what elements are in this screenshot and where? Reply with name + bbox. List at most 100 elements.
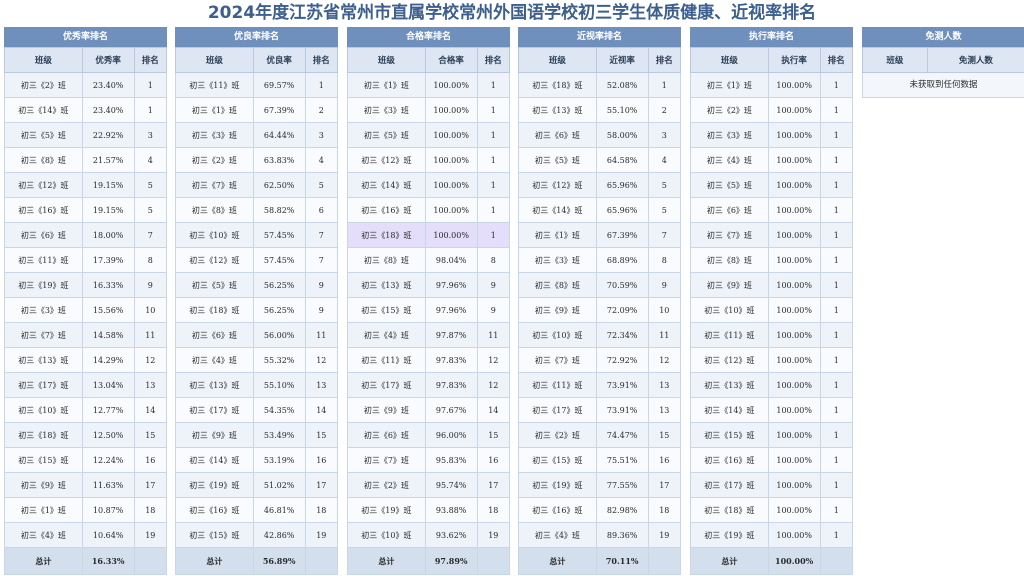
table-row[interactable]: 初三《4》班 10.64% 19 [4,522,168,548]
table-row[interactable]: 初三《17》班 100.00% 1 [690,472,854,498]
table-row[interactable]: 初三《16》班 19.15% 5 [4,197,168,223]
table-row[interactable]: 初三《6》班 58.00% 3 [518,122,682,148]
table-row[interactable]: 初三《7》班 95.83% 16 [347,447,511,473]
table-row[interactable]: 初三《4》班 89.36% 19 [518,522,682,548]
table-row[interactable]: 初三《13》班 55.10% 2 [518,97,682,123]
table-row[interactable]: 初三《8》班 98.04% 8 [347,247,511,273]
table-row[interactable]: 初三《9》班 11.63% 17 [4,472,168,498]
table-row[interactable]: 初三《16》班 100.00% 1 [690,447,854,473]
table-row[interactable]: 初三《8》班 70.59% 9 [518,272,682,298]
table-row[interactable]: 初三《5》班 56.25% 9 [175,272,339,298]
rate-cell: 19.15% [81,172,135,198]
table-row[interactable]: 初三《10》班 57.45% 7 [175,222,339,248]
table-row[interactable]: 初三《8》班 21.57% 4 [4,147,168,173]
table-row[interactable]: 初三《10》班 93.62% 19 [347,522,511,548]
table-row[interactable]: 初三《15》班 12.24% 16 [4,447,168,473]
table-row[interactable]: 初三《12》班 19.15% 5 [4,172,168,198]
table-row[interactable]: 初三《18》班 12.50% 15 [4,422,168,448]
class-cell: 初三《5》班 [518,147,597,173]
table-row[interactable]: 初三《14》班 100.00% 1 [347,172,511,198]
table-row[interactable]: 初三《13》班 55.10% 13 [175,372,339,398]
table-row[interactable]: 初三《9》班 53.49% 15 [175,422,339,448]
table-row[interactable]: 初三《7》班 62.50% 5 [175,172,339,198]
table-row[interactable]: 初三《6》班 56.00% 11 [175,322,339,348]
table-row[interactable]: 初三《1》班 100.00% 1 [690,72,854,98]
table-row[interactable]: 初三《1》班 10.87% 18 [4,497,168,523]
table-row[interactable]: 初三《13》班 97.96% 9 [347,272,511,298]
table-row[interactable]: 初三《1》班 67.39% 2 [175,97,339,123]
table-row[interactable]: 初三《7》班 72.92% 12 [518,347,682,373]
table-row[interactable]: 初三《17》班 73.91% 13 [518,397,682,423]
table-row[interactable]: 初三《9》班 97.67% 14 [347,397,511,423]
table-row[interactable]: 初三《6》班 100.00% 1 [690,197,854,223]
table-row[interactable]: 初三《18》班 52.08% 1 [518,72,682,98]
table-row[interactable]: 初三《1》班 67.39% 7 [518,222,682,248]
table-row[interactable]: 初三《2》班 95.74% 17 [347,472,511,498]
table-row[interactable]: 初三《1》班 100.00% 1 [347,72,511,98]
table-row[interactable]: 初三《18》班 56.25% 9 [175,297,339,323]
rank-cell: 11 [304,322,339,348]
table-row[interactable]: 初三《14》班 100.00% 1 [690,397,854,423]
table-row[interactable]: 初三《19》班 100.00% 1 [690,522,854,548]
table-row[interactable]: 初三《16》班 82.98% 18 [518,497,682,523]
table-row[interactable]: 初三《4》班 97.87% 11 [347,322,511,348]
table-row[interactable]: 初三《14》班 53.19% 16 [175,447,339,473]
table-row[interactable]: 初三《17》班 97.83% 12 [347,372,511,398]
table-row[interactable]: 初三《3》班 64.44% 3 [175,122,339,148]
table-row[interactable]: 初三《18》班 100.00% 1 [347,222,511,248]
table-row[interactable]: 初三《5》班 22.92% 3 [4,122,168,148]
table-row[interactable]: 初三《6》班 96.00% 15 [347,422,511,448]
table-row[interactable]: 初三《7》班 100.00% 1 [690,222,854,248]
table-row[interactable]: 初三《2》班 74.47% 15 [518,422,682,448]
table-row[interactable]: 初三《11》班 97.83% 12 [347,347,511,373]
table-row[interactable]: 初三《2》班 100.00% 1 [690,97,854,123]
table-row[interactable]: 初三《12》班 100.00% 1 [347,147,511,173]
table-row[interactable]: 初三《15》班 100.00% 1 [690,422,854,448]
table-row[interactable]: 初三《4》班 55.32% 12 [175,347,339,373]
rate-cell: 100.00% [424,97,478,123]
table-row[interactable]: 初三《11》班 73.91% 13 [518,372,682,398]
table-row[interactable]: 初三《18》班 100.00% 1 [690,497,854,523]
table-row[interactable]: 初三《9》班 72.09% 10 [518,297,682,323]
table-row[interactable]: 初三《14》班 65.96% 5 [518,197,682,223]
table-row[interactable]: 初三《15》班 97.96% 9 [347,297,511,323]
table-row[interactable]: 初三《11》班 17.39% 8 [4,247,168,273]
table-row[interactable]: 初三《2》班 63.83% 4 [175,147,339,173]
table-row[interactable]: 初三《3》班 15.56% 10 [4,297,168,323]
table-row[interactable]: 初三《6》班 18.00% 7 [4,222,168,248]
table-row[interactable]: 初三《3》班 68.89% 8 [518,247,682,273]
table-row[interactable]: 初三《5》班 100.00% 1 [690,172,854,198]
table-row[interactable]: 初三《7》班 14.58% 11 [4,322,168,348]
table-row[interactable]: 初三《17》班 13.04% 13 [4,372,168,398]
table-row[interactable]: 初三《3》班 100.00% 1 [347,97,511,123]
table-row[interactable]: 初三《10》班 12.77% 14 [4,397,168,423]
table-row[interactable]: 初三《5》班 64.58% 4 [518,147,682,173]
table-row[interactable]: 初三《9》班 100.00% 1 [690,272,854,298]
table-row[interactable]: 初三《13》班 14.29% 12 [4,347,168,373]
table-row[interactable]: 初三《12》班 65.96% 5 [518,172,682,198]
table-row[interactable]: 初三《19》班 16.33% 9 [4,272,168,298]
table-row[interactable]: 初三《16》班 46.81% 18 [175,497,339,523]
table-row[interactable]: 初三《15》班 42.86% 19 [175,522,339,548]
table-row[interactable]: 初三《19》班 77.55% 17 [518,472,682,498]
table-row[interactable]: 初三《2》班 23.40% 1 [4,72,168,98]
table-row[interactable]: 初三《8》班 58.82% 6 [175,197,339,223]
table-row[interactable]: 初三《12》班 100.00% 1 [690,347,854,373]
table-row[interactable]: 初三《5》班 100.00% 1 [347,122,511,148]
table-row[interactable]: 初三《11》班 69.57% 1 [175,72,339,98]
table-row[interactable]: 初三《15》班 75.51% 16 [518,447,682,473]
table-row[interactable]: 初三《19》班 51.02% 17 [175,472,339,498]
table-row[interactable]: 初三《13》班 100.00% 1 [690,372,854,398]
table-row[interactable]: 初三《19》班 93.88% 18 [347,497,511,523]
table-row[interactable]: 初三《16》班 100.00% 1 [347,197,511,223]
table-row[interactable]: 初三《8》班 100.00% 1 [690,247,854,273]
table-row[interactable]: 初三《4》班 100.00% 1 [690,147,854,173]
table-row[interactable]: 初三《17》班 54.35% 14 [175,397,339,423]
table-row[interactable]: 初三《10》班 100.00% 1 [690,297,854,323]
table-row[interactable]: 初三《12》班 57.45% 7 [175,247,339,273]
rank-cell: 5 [304,172,339,198]
table-row[interactable]: 初三《14》班 23.40% 1 [4,97,168,123]
table-row[interactable]: 初三《10》班 72.34% 11 [518,322,682,348]
table-row[interactable]: 初三《11》班 100.00% 1 [690,322,854,348]
table-row[interactable]: 初三《3》班 100.00% 1 [690,122,854,148]
